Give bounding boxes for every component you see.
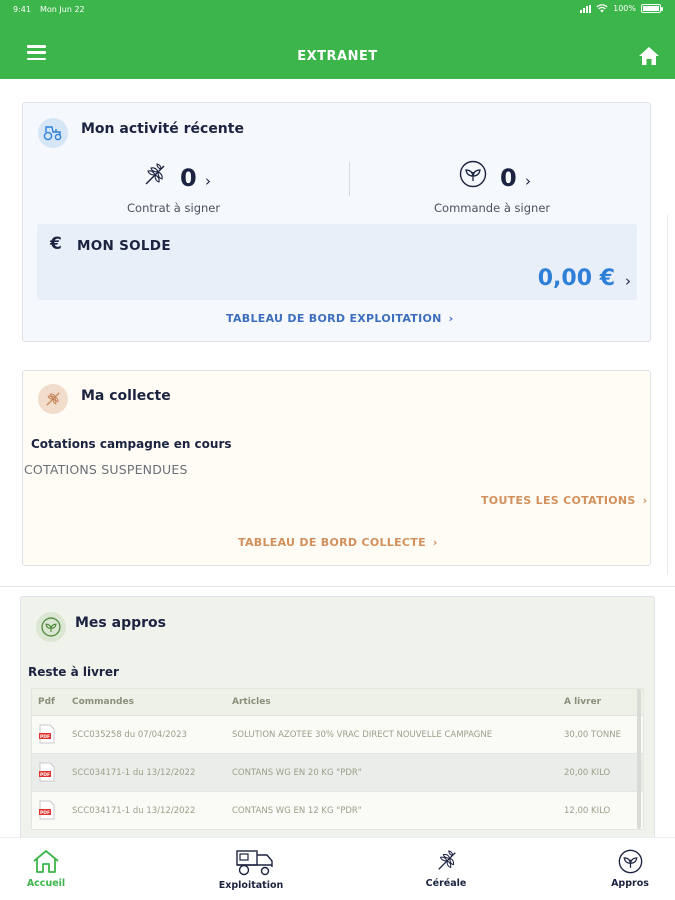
- svg-text:PDF: PDF: [40, 772, 50, 778]
- tractor-icon: [38, 118, 68, 148]
- appros-title: Mes appros: [75, 615, 166, 631]
- battery-icon: [641, 4, 663, 13]
- collecte-dashboard-link-label: TABLEAU DE BORD COLLECTE: [238, 536, 426, 549]
- exploitation-dashboard-link[interactable]: TABLEAU DE BORD EXPLOITATION ›: [226, 312, 453, 325]
- order-ref: SCC034171-1 du 13/12/2022: [72, 806, 196, 816]
- exploitation-dashboard-link-label: TABLEAU DE BORD EXPLOITATION: [226, 312, 442, 325]
- status-date: Mon Jun 22: [40, 5, 85, 14]
- table-row[interactable]: PDF SCC034171-1 du 13/12/2022 CONTANS WG…: [32, 792, 643, 830]
- quantity-to-deliver: 12,00 KILO: [564, 806, 611, 816]
- order-ref: SCC034171-1 du 13/12/2022: [72, 768, 196, 778]
- nav-item-appros[interactable]: Appros: [600, 838, 660, 900]
- all-cotations-link-label: TOUTES LES COTATIONS: [481, 494, 636, 507]
- recent-activity-card: [22, 102, 651, 342]
- cotations-status: COTATIONS SUSPENDUES: [24, 462, 188, 477]
- delivery-table: Pdf Commandes Articles A livrer PDF SCC0…: [31, 688, 644, 830]
- order-count[interactable]: 0: [500, 164, 517, 192]
- table-scrollbar[interactable]: [637, 689, 641, 829]
- quantity-to-deliver: 20,00 KILO: [564, 768, 611, 778]
- column-header-orders: Commandes: [72, 697, 134, 707]
- balance-label: MON SOLDE: [77, 238, 171, 254]
- chevron-right-icon: ›: [448, 312, 454, 325]
- wifi-icon: [596, 4, 608, 13]
- nav-label-accueil: Accueil: [26, 878, 66, 889]
- signal-icon: [580, 4, 592, 13]
- nav-item-exploitation[interactable]: Exploitation: [211, 838, 291, 900]
- pdf-icon[interactable]: PDF: [39, 724, 55, 744]
- wheat-icon: [38, 384, 68, 414]
- contract-chevron-icon[interactable]: ›: [205, 172, 211, 190]
- pdf-icon[interactable]: PDF: [39, 800, 55, 820]
- plant-icon: [618, 849, 643, 874]
- order-ref: SCC035258 du 07/04/2023: [72, 730, 187, 740]
- collecte-dashboard-link[interactable]: TABLEAU DE BORD COLLECTE ›: [238, 536, 438, 549]
- balance-panel[interactable]: € MON SOLDE 0,00 € ›: [37, 224, 637, 300]
- article-name: CONTANS WG EN 20 KG "PDR": [232, 768, 362, 778]
- status-indicators: 100%: [580, 4, 663, 13]
- scroll-indicator: [667, 215, 668, 575]
- chevron-right-icon: ›: [642, 494, 648, 507]
- plant-icon: [36, 612, 66, 642]
- order-label: Commande à signer: [434, 201, 551, 215]
- cotations-subtitle: Cotations campagne en cours: [31, 437, 232, 451]
- balance-amount[interactable]: 0,00 €: [538, 266, 615, 291]
- contract-count[interactable]: 0: [180, 164, 197, 192]
- harvester-icon: [236, 850, 273, 876]
- table-row[interactable]: PDF SCC035258 du 07/04/2023 SOLUTION AZO…: [32, 716, 643, 754]
- nav-label-exploitation: Exploitation: [218, 880, 284, 891]
- chevron-right-icon: ›: [432, 536, 438, 549]
- home-outline-icon: [33, 850, 59, 873]
- remaining-delivery-subtitle: Reste à livrer: [28, 665, 119, 679]
- quantity-to-deliver: 30,00 TONNE: [564, 730, 622, 740]
- collecte-title: Ma collecte: [81, 388, 171, 404]
- euro-icon: €: [50, 234, 62, 254]
- table-row[interactable]: PDF SCC034171-1 du 13/12/2022 CONTANS WG…: [32, 754, 643, 792]
- wheat-icon: [145, 163, 165, 185]
- article-name: CONTANS WG EN 12 KG "PDR": [232, 806, 362, 816]
- home-icon[interactable]: [638, 46, 660, 66]
- article-name: SOLUTION AZOTEE 30% VRAC DIRECT NOUVELLE…: [232, 730, 493, 740]
- bottom-navigation: Accueil Exploitation Céréale Appros: [0, 837, 675, 900]
- top-app-bar: 9:41 Mon Jun 22 100% EXTRANET: [0, 0, 675, 79]
- nav-item-accueil[interactable]: Accueil: [14, 838, 78, 900]
- status-time: 9:41: [13, 5, 31, 14]
- section-divider: [0, 586, 675, 587]
- all-cotations-link[interactable]: TOUTES LES COTATIONS ›: [481, 494, 647, 507]
- recent-activity-title: Mon activité récente: [81, 121, 244, 137]
- nav-item-cereale[interactable]: Céréale: [414, 838, 478, 900]
- stat-divider: [349, 162, 350, 196]
- nav-label-appros: Appros: [611, 878, 649, 889]
- battery-percent: 100%: [613, 4, 636, 13]
- column-header-to-deliver: A livrer: [564, 697, 602, 707]
- app-title: EXTRANET: [297, 49, 378, 64]
- nav-label-cereale: Céréale: [425, 878, 467, 889]
- contract-label: Contrat à signer: [127, 201, 221, 215]
- svg-text:PDF: PDF: [40, 810, 50, 816]
- order-chevron-icon[interactable]: ›: [525, 172, 531, 190]
- balance-chevron-icon[interactable]: ›: [625, 272, 631, 290]
- plant-icon: [459, 160, 487, 188]
- column-header-articles: Articles: [232, 697, 271, 707]
- table-header: Pdf Commandes Articles A livrer: [32, 689, 643, 716]
- pdf-icon[interactable]: PDF: [39, 762, 55, 782]
- svg-text:PDF: PDF: [40, 734, 50, 740]
- wheat-icon: [438, 850, 456, 870]
- column-header-pdf: Pdf: [38, 697, 55, 707]
- status-bar: 9:41 Mon Jun 22 100%: [0, 0, 675, 20]
